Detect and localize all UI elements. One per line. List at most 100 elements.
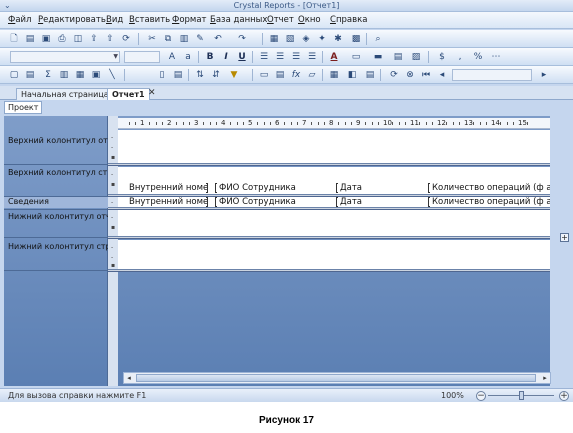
preview-toggle-icon[interactable]: ◧ — [346, 69, 358, 81]
font-name-combo[interactable]: ▼ — [10, 51, 120, 63]
refresh-data-icon[interactable]: ⟳ — [388, 69, 400, 81]
align-center-icon[interactable]: ☰ — [274, 51, 286, 63]
export-icon[interactable]: ⇪ — [88, 33, 100, 45]
header-field-internal-number[interactable]: Внутренний номе — [129, 183, 207, 194]
first-page-icon[interactable]: ⏮ — [420, 69, 432, 81]
tab-start-page[interactable]: Начальная страница — [16, 88, 114, 100]
sort-icon[interactable]: ⇅ — [194, 69, 206, 81]
guidelines-icon[interactable]: ▤ — [364, 69, 376, 81]
scroll-right-icon[interactable]: ▸ — [540, 373, 550, 383]
redo-icon[interactable]: ↷ — [236, 33, 248, 45]
field-explorer-icon[interactable]: ▦ — [268, 33, 280, 45]
print-icon[interactable]: ⎙ — [56, 33, 68, 45]
align-right-icon[interactable]: ☰ — [290, 51, 302, 63]
open-icon[interactable]: ▤ — [24, 33, 36, 45]
zoom-out-icon[interactable]: − — [476, 391, 486, 401]
prev-page-icon[interactable]: ◂ — [436, 69, 448, 81]
insert-picture-icon[interactable]: ▣ — [90, 69, 102, 81]
zoom-in-icon[interactable]: + — [559, 391, 569, 401]
section-report-header[interactable]: Верхний колонтитул отчет — [4, 136, 108, 146]
page-number-field[interactable] — [452, 69, 532, 81]
formula-button[interactable]: fx — [290, 69, 302, 81]
section-expert-icon[interactable]: ▤ — [172, 69, 184, 81]
refresh-icon[interactable]: ⟳ — [120, 33, 132, 45]
section-page-footer[interactable]: Нижний колонтитул стран — [4, 242, 108, 252]
menu-view[interactable]: Вид — [106, 15, 123, 26]
percent-icon[interactable]: % — [472, 51, 484, 63]
detail-field-employee-name[interactable]: ФИО Сотрудника — [219, 197, 319, 208]
bold-button[interactable]: B — [204, 51, 216, 63]
menu-help[interactable]: Справка — [330, 15, 367, 26]
tab-design[interactable]: Проект — [4, 101, 43, 114]
insert-map-icon[interactable]: ▦ — [74, 69, 86, 81]
format-icon[interactable]: ▤ — [392, 51, 404, 63]
close-tab-icon[interactable]: ✕ — [148, 88, 156, 99]
font-color-button[interactable]: A — [328, 51, 340, 63]
section-splitter[interactable] — [108, 163, 550, 166]
shrink-font-icon[interactable]: a — [182, 51, 194, 63]
undo-icon[interactable]: ↶ — [212, 33, 224, 45]
insert-line-icon[interactable]: ╲ — [106, 69, 118, 81]
currency-button[interactable]: $ — [436, 51, 448, 63]
repository-icon[interactable]: ◈ — [300, 33, 312, 45]
stop-icon[interactable]: ⊗ — [404, 69, 416, 81]
menu-insert[interactable]: Вставить — [129, 15, 170, 26]
menu-window[interactable]: Окно — [298, 15, 321, 26]
insert-chart-icon[interactable]: ▥ — [58, 69, 70, 81]
page-footer-band[interactable] — [118, 240, 550, 269]
dependency-icon[interactable]: ✦ — [316, 33, 328, 45]
report-footer-band[interactable] — [118, 210, 550, 236]
report-explorer-icon[interactable]: ▧ — [284, 33, 296, 45]
format-painter-icon[interactable]: ✎ — [194, 33, 206, 45]
expand-icon[interactable]: + — [560, 233, 569, 242]
italic-button[interactable]: I — [220, 51, 232, 63]
line-style-icon[interactable]: ▬ — [372, 51, 384, 63]
section-report-footer[interactable]: Нижний колонтитул отчет- — [4, 212, 108, 222]
header-field-date[interactable]: Дата — [340, 183, 420, 194]
grow-font-icon[interactable]: A — [166, 51, 178, 63]
tab-report1[interactable]: Отчет1 — [107, 88, 150, 100]
cut-icon[interactable]: ✂ — [146, 33, 158, 45]
underline-button[interactable]: U — [236, 51, 248, 63]
filter-icon[interactable]: ▼ — [228, 69, 240, 81]
section-splitter[interactable] — [108, 269, 550, 272]
select-expert-icon[interactable]: ▭ — [258, 69, 270, 81]
scroll-thumb[interactable] — [136, 374, 536, 382]
workbench-icon[interactable]: ▩ — [350, 33, 362, 45]
record-select-icon[interactable]: ▤ — [274, 69, 286, 81]
scroll-left-icon[interactable]: ◂ — [124, 373, 134, 383]
toolbox-icon[interactable]: ✱ — [332, 33, 344, 45]
save-icon[interactable]: ▣ — [40, 33, 52, 45]
menu-edit[interactable]: Редактировать — [38, 15, 106, 26]
section-details[interactable]: Сведения — [4, 197, 108, 208]
header-field-employee-name[interactable]: ФИО Сотрудника — [219, 183, 319, 194]
zoom-slider-thumb[interactable] — [519, 391, 524, 400]
section-page-header[interactable]: Верхний колонтитул стран — [4, 168, 108, 178]
new-icon[interactable]: 🗋 — [8, 33, 20, 45]
detail-field-date[interactable]: Дата — [340, 197, 420, 208]
detail-field-internal-number[interactable]: Внутренний номе — [129, 197, 207, 208]
grid-icon[interactable]: ▦ — [328, 69, 340, 81]
lock-format-icon[interactable]: ▨ — [410, 51, 422, 63]
copy-icon[interactable]: ⧉ — [162, 33, 174, 45]
align-left-icon[interactable]: ☰ — [258, 51, 270, 63]
font-size-combo[interactable] — [124, 51, 160, 63]
menu-format[interactable]: Формат — [172, 15, 207, 26]
border-icon[interactable]: ▭ — [350, 51, 362, 63]
group-sort-icon[interactable]: ⇵ — [210, 69, 222, 81]
report-header-band[interactable] — [118, 130, 550, 163]
paste-icon[interactable]: ▥ — [178, 33, 190, 45]
search-icon[interactable]: ⌕ — [372, 33, 384, 45]
insert-group-icon[interactable]: ▤ — [24, 69, 36, 81]
upload-icon[interactable]: ⇧ — [104, 33, 116, 45]
decimal-icon[interactable]: ⋯ — [490, 51, 502, 63]
header-field-operations-count[interactable]: Количество операций (ф а — [432, 183, 550, 194]
insert-summary-button[interactable]: Σ — [42, 69, 54, 81]
thousands-icon[interactable]: , — [454, 51, 466, 63]
menu-report[interactable]: Отчет — [267, 15, 294, 26]
insert-field-icon[interactable]: ▢ — [8, 69, 20, 81]
menu-database[interactable]: База данных — [210, 15, 267, 26]
section-splitter[interactable] — [108, 236, 550, 239]
menu-file[interactable]: Файл — [8, 15, 32, 26]
preview-icon[interactable]: ◫ — [72, 33, 84, 45]
